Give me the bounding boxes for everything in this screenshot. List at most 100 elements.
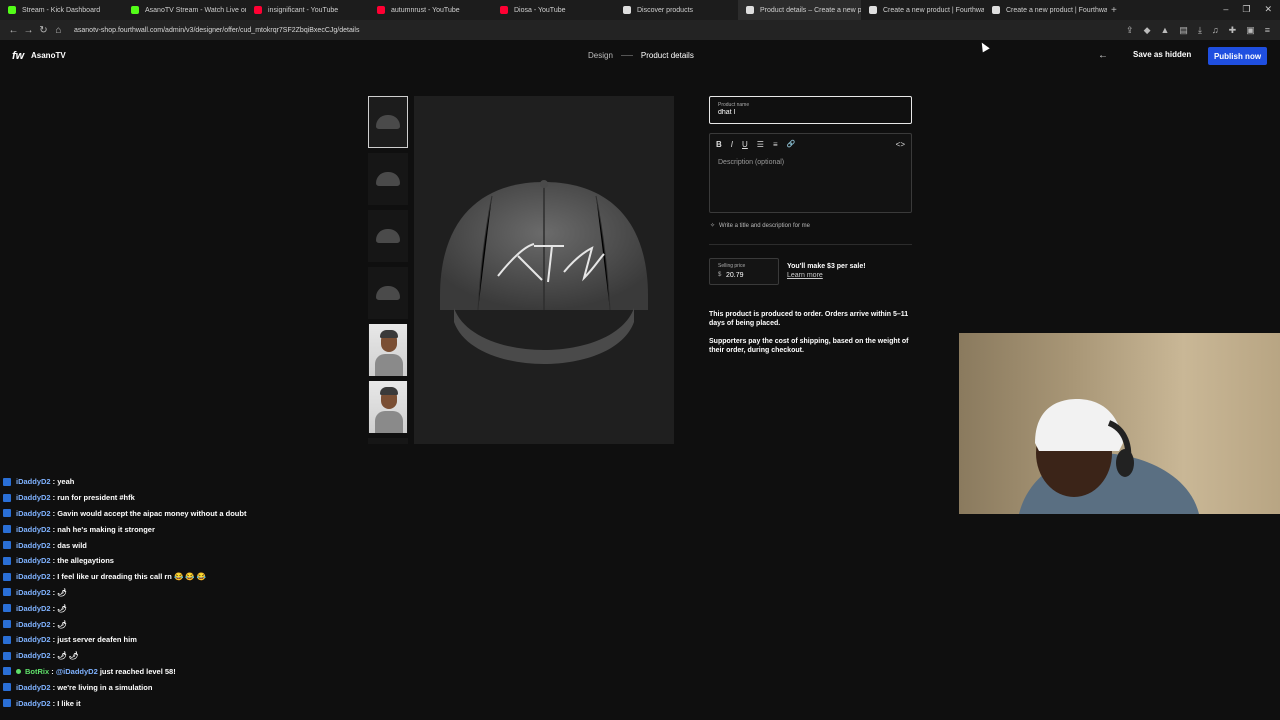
browser-tab[interactable]: Create a new product | Fourthwall: [984, 0, 1107, 20]
cap-back-thumbnail: [376, 172, 400, 186]
chat-text: 🌶: [57, 603, 67, 613]
minimize-icon[interactable]: –: [1223, 4, 1228, 15]
chat-separator: :: [50, 540, 58, 550]
numbered-list-icon[interactable]: ≡: [773, 140, 778, 149]
tab-title: Create a new product | Fourthwall: [883, 6, 984, 14]
description-placeholder[interactable]: Description (optional): [718, 159, 784, 166]
chat-separator: :: [50, 524, 58, 534]
chat-badge-icon: [3, 604, 11, 613]
cap-illustration: [440, 180, 648, 364]
chat-badge-icon: [3, 683, 11, 692]
browser-tab[interactable]: Discover products: [615, 0, 738, 20]
brave-shield-icon[interactable]: ◆: [1144, 25, 1151, 36]
chat-username: iDaddyD2: [16, 572, 51, 582]
thumbnail[interactable]: [368, 381, 408, 433]
home-icon[interactable]: ⌂: [51, 25, 66, 36]
chat-text: just reached level 58!: [99, 666, 176, 676]
chat-text: the allegaytions: [57, 556, 114, 566]
thumbnail[interactable]: [368, 96, 408, 148]
chat-badge-icon: [3, 651, 11, 660]
sidebar-icon[interactable]: ▤: [1179, 25, 1188, 36]
publish-now-button[interactable]: Publish now: [1208, 47, 1267, 65]
chat-mention: @iDaddyD2: [55, 666, 98, 676]
chat-text: I like it: [57, 698, 81, 708]
magic-wand-icon: ✧: [710, 223, 716, 229]
chat-badge-icon: [3, 541, 11, 550]
share-icon[interactable]: ⇪: [1126, 25, 1134, 36]
shipping-info: Supporters pay the cost of shipping, bas…: [709, 338, 909, 354]
new-tab-icon[interactable]: +: [1111, 5, 1117, 16]
download-icon[interactable]: ⤓: [1198, 25, 1202, 36]
browser-tab[interactable]: insignificant - YouTube: [246, 0, 369, 20]
product-name-field[interactable]: Product name: [709, 96, 912, 124]
description-editor[interactable]: B I U ☰ ≡ 🔗 <> Description (optional): [709, 133, 912, 213]
chat-message: iDaddyD2 : run for president #hfk: [0, 490, 480, 506]
extension-icons: ⇪ ◆ ▲ ▤ ⤓ ♫ ✚ ▣ ≡: [1126, 25, 1270, 36]
thumbnail[interactable]: [368, 324, 408, 376]
thumbnail[interactable]: [368, 210, 408, 262]
chat-username: iDaddyD2: [16, 493, 51, 503]
media-icon[interactable]: ♫: [1212, 25, 1219, 36]
url-input[interactable]: asanotv-shop.fourthwall.com/admin/v3/des…: [74, 27, 359, 34]
menu-icon[interactable]: ≡: [1265, 25, 1270, 36]
chat-badge-icon: [3, 556, 11, 565]
chat-username: iDaddyD2: [16, 619, 51, 629]
tab-title: Diosa - YouTube: [514, 6, 566, 14]
extensions-icon[interactable]: ✚: [1229, 25, 1237, 36]
browser-tab[interactable]: Diosa - YouTube: [492, 0, 615, 20]
chat-username: BotRix: [25, 666, 50, 676]
thumbnail[interactable]: [368, 267, 408, 319]
model-photo: [369, 324, 407, 376]
chat-text: das wild: [57, 540, 87, 550]
code-view-icon[interactable]: <>: [896, 140, 905, 149]
chat-username: iDaddyD2: [16, 651, 51, 661]
chat-username: iDaddyD2: [16, 603, 51, 613]
image-thumbnails: [368, 96, 408, 444]
bullet-list-icon[interactable]: ☰: [757, 140, 764, 149]
back-arrow-icon[interactable]: ←: [1098, 50, 1108, 61]
chat-badge-icon: [3, 620, 11, 629]
cap-front-thumbnail: [376, 115, 400, 129]
chat-text: I feel like ur dreading this call rn 😂 😂…: [57, 572, 207, 582]
step-design[interactable]: Design: [588, 51, 613, 60]
chat-message: iDaddyD2 : 🌶: [0, 585, 480, 601]
back-icon[interactable]: ←: [6, 25, 21, 36]
streamer-figure: [1019, 399, 1199, 514]
chat-text: yeah: [57, 477, 75, 487]
editor-toolbar: B I U ☰ ≡ 🔗: [716, 140, 795, 149]
italic-icon[interactable]: I: [731, 140, 733, 149]
chat-text: just server deafen him: [57, 635, 137, 645]
link-icon[interactable]: 🔗: [787, 140, 796, 149]
bold-icon[interactable]: B: [716, 140, 722, 149]
thumbnail[interactable]: [368, 153, 408, 205]
chat-separator: :: [50, 587, 58, 597]
app-header: fw AsanoTV Design Product details ← Save…: [0, 40, 1280, 72]
fourthwall-logo[interactable]: fw: [12, 50, 24, 62]
window-controls: – ❐ ✕: [1223, 4, 1272, 15]
ai-write-button[interactable]: ✧ Write a title and description for me: [710, 222, 810, 230]
chat-badge-icon: [3, 572, 11, 581]
reload-icon[interactable]: ↻: [36, 25, 51, 36]
tab-title: insignificant - YouTube: [268, 6, 339, 14]
brave-rewards-icon[interactable]: ▲: [1161, 25, 1170, 36]
browser-tab[interactable]: Stream - Kick Dashboard: [0, 0, 123, 20]
selling-price-field[interactable]: Selling price $ 20.79: [709, 258, 779, 285]
product-name-input[interactable]: [718, 109, 898, 116]
save-as-hidden-button[interactable]: Save as hidden: [1133, 50, 1191, 59]
tab-favicon-icon: [992, 6, 1000, 14]
thumbnail[interactable]: [368, 438, 408, 444]
chat-message: BotRix : @iDaddyD2 just reached level 58…: [0, 664, 480, 680]
chat-message: iDaddyD2 : 🌶: [0, 600, 480, 616]
browser-tab[interactable]: AsanoTV Stream - Watch Live on Kick: [123, 0, 246, 20]
wallet-icon[interactable]: ▣: [1246, 25, 1255, 36]
forward-icon[interactable]: →: [21, 25, 36, 36]
close-window-icon[interactable]: ✕: [1264, 4, 1272, 15]
browser-tab[interactable]: Product details – Create a new p✕: [738, 0, 861, 20]
underline-icon[interactable]: U: [742, 140, 748, 149]
restore-icon[interactable]: ❐: [1242, 4, 1250, 15]
learn-more-link[interactable]: Learn more: [787, 272, 823, 279]
selling-price-value[interactable]: 20.79: [726, 272, 744, 279]
browser-tab[interactable]: autumnrust - YouTube: [369, 0, 492, 20]
step-product-details[interactable]: Product details: [641, 51, 694, 60]
browser-tab[interactable]: Create a new product | Fourthwall: [861, 0, 984, 20]
